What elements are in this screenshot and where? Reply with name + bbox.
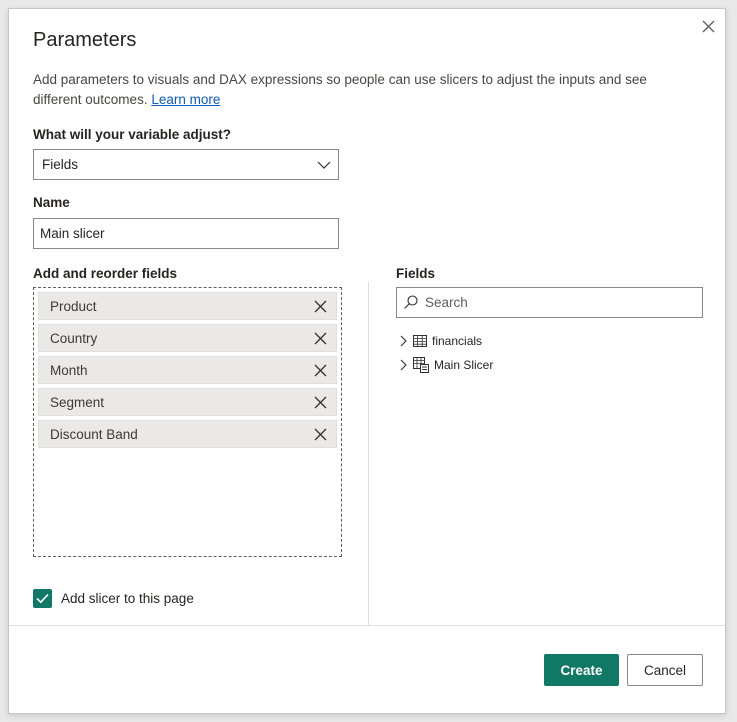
description-text: Add parameters to visuals and DAX expres… [33,72,647,107]
tree-item-financials[interactable]: financials [399,331,482,351]
reorder-label: Add and reorder fields [33,266,178,281]
learn-more-link[interactable]: Learn more [151,92,220,107]
field-pill-label: Discount Band [50,426,138,442]
variable-select[interactable]: Fields [33,149,339,180]
name-input[interactable]: Main slicer [33,218,339,249]
fields-search-input[interactable]: Search [396,287,703,318]
calculated-table-icon [413,357,429,373]
create-button[interactable]: Create [544,654,619,686]
reorder-drop-zone[interactable]: Product Country Month Segment Discount B… [33,287,342,557]
field-pill-label: Country [50,330,98,346]
field-pill-month[interactable]: Month [38,356,337,384]
add-slicer-checkbox-row[interactable]: Add slicer to this page [33,589,194,608]
field-pill-product[interactable]: Product [38,292,337,320]
fields-label: Fields [396,266,436,281]
remove-icon[interactable] [314,396,327,409]
field-pill-segment[interactable]: Segment [38,388,337,416]
search-placeholder: Search [425,295,468,310]
field-pill-label: Segment [50,394,105,410]
name-label: Name [33,195,70,210]
name-input-value: Main slicer [40,226,105,241]
variable-selected-value: Fields [42,157,79,172]
search-icon [404,295,418,309]
column-divider [368,282,369,625]
remove-icon[interactable] [314,332,327,345]
remove-icon[interactable] [314,300,327,313]
field-pill-country[interactable]: Country [38,324,337,352]
remove-icon[interactable] [314,364,327,377]
cancel-button[interactable]: Cancel [627,654,703,686]
footer-divider [9,625,725,626]
field-pill-discount-band[interactable]: Discount Band [38,420,337,448]
chevron-right-icon[interactable] [399,335,409,347]
close-button[interactable] [697,15,719,37]
table-icon [413,335,427,347]
close-icon [702,20,714,32]
chevron-down-icon [317,161,331,169]
dialog-title: Parameters [33,29,137,51]
add-slicer-checkbox[interactable] [33,589,52,608]
tree-item-main-slicer[interactable]: Main Slicer [399,355,493,375]
tree-item-label: Main Slicer [434,358,494,372]
add-slicer-label: Add slicer to this page [61,591,194,606]
dialog-description: Add parameters to visuals and DAX expres… [33,70,693,110]
remove-icon[interactable] [314,428,327,441]
field-pill-label: Product [50,298,97,314]
field-pill-label: Month [50,362,88,378]
chevron-right-icon[interactable] [399,359,409,371]
variable-label: What will your variable adjust? [33,127,232,142]
parameters-dialog: Parameters Add parameters to visuals and… [8,8,726,714]
checkmark-icon [36,593,49,604]
tree-item-label: financials [432,334,483,348]
